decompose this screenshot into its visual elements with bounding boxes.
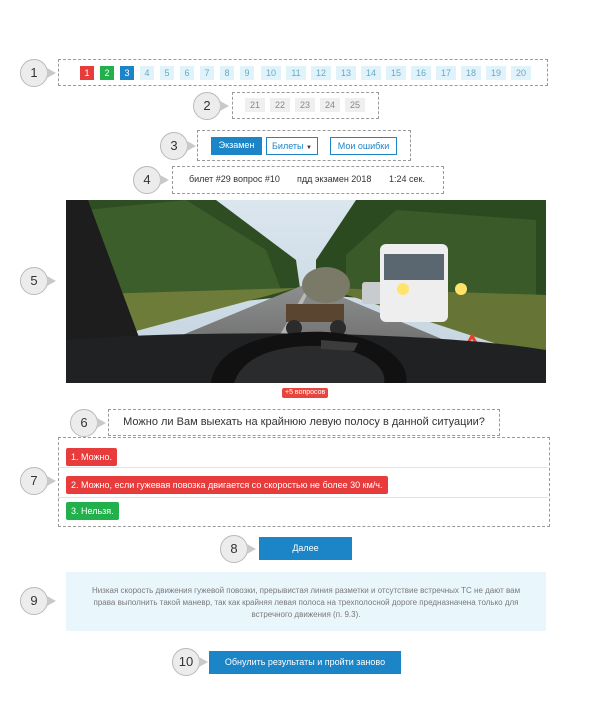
step-marker-7: 7 bbox=[20, 467, 56, 495]
step-marker-4: 4 bbox=[133, 166, 169, 194]
extra-question-item[interactable]: 21 bbox=[245, 98, 265, 112]
timer-info: 1:24 сек. bbox=[389, 174, 425, 184]
extra-question-item[interactable]: 23 bbox=[295, 98, 315, 112]
penalty-badge: +5 вопросов bbox=[282, 388, 329, 398]
question-nav-item[interactable]: 3 bbox=[120, 66, 134, 80]
step-marker-2: 2 bbox=[193, 92, 229, 120]
next-button[interactable]: Далее bbox=[259, 537, 352, 560]
extra-question-item[interactable]: 25 bbox=[345, 98, 365, 112]
question-text: Можно ли Вам выехать на крайнюю левую по… bbox=[123, 416, 485, 428]
step-marker-9: 9 bbox=[20, 587, 56, 615]
answer-option-2[interactable]: 2. Можно, если гужевая повозка двигается… bbox=[66, 476, 388, 494]
answer-row bbox=[58, 437, 548, 468]
step-marker-5: 5 bbox=[20, 267, 56, 295]
tab-exam[interactable]: Экзамен bbox=[211, 137, 262, 155]
question-nav-item[interactable]: 15 bbox=[386, 66, 406, 80]
step-marker-1: 1 bbox=[20, 59, 56, 87]
question-nav-item[interactable]: 2 bbox=[100, 66, 114, 80]
question-nav-item[interactable]: 11 bbox=[286, 66, 306, 80]
question-nav-item[interactable]: 4 bbox=[140, 66, 154, 80]
question-nav-item[interactable]: 6 bbox=[180, 66, 194, 80]
tab-tickets-label: Билеты bbox=[272, 141, 304, 151]
extra-question-item[interactable]: 22 bbox=[270, 98, 290, 112]
ticket-info: билет #29 вопрос #10 bbox=[189, 174, 280, 184]
step-marker-10: 10 bbox=[172, 648, 208, 676]
question-nav-item[interactable]: 19 bbox=[486, 66, 506, 80]
explanation-panel: Низкая скорость движения гужевой повозки… bbox=[66, 572, 546, 631]
question-nav-item[interactable]: 13 bbox=[336, 66, 356, 80]
question-nav-item[interactable]: 8 bbox=[220, 66, 234, 80]
road-scene-illustration bbox=[66, 200, 546, 383]
question-nav-item[interactable]: 17 bbox=[436, 66, 456, 80]
extra-question-item[interactable]: 24 bbox=[320, 98, 340, 112]
question-nav-item[interactable]: 16 bbox=[411, 66, 431, 80]
question-nav-item[interactable]: 18 bbox=[461, 66, 481, 80]
question-nav-item[interactable]: 1 bbox=[80, 66, 94, 80]
step-marker-3: 3 bbox=[160, 132, 196, 160]
tab-tickets[interactable]: Билеты ▼ bbox=[266, 137, 318, 155]
situation-image bbox=[66, 200, 546, 383]
question-nav-item[interactable]: 14 bbox=[361, 66, 381, 80]
step-marker-6: 6 bbox=[70, 409, 106, 437]
question-nav-item[interactable]: 7 bbox=[200, 66, 214, 80]
answer-option-3[interactable]: 3. Нельзя. bbox=[66, 502, 119, 520]
question-nav-item[interactable]: 9 bbox=[240, 66, 254, 80]
exam-info: пдд экзамен 2018 bbox=[297, 174, 372, 184]
question-nav-item[interactable]: 5 bbox=[160, 66, 174, 80]
step-marker-8: 8 bbox=[220, 535, 256, 563]
question-nav-item[interactable]: 20 bbox=[511, 66, 531, 80]
answer-option-1[interactable]: 1. Можно. bbox=[66, 448, 118, 466]
question-nav-item[interactable]: 10 bbox=[261, 66, 281, 80]
question-nav-item[interactable]: 12 bbox=[311, 66, 331, 80]
caret-down-icon: ▼ bbox=[306, 145, 312, 151]
tab-mistakes[interactable]: Мои ошибки bbox=[330, 137, 397, 155]
explanation-text: Низкая скорость движения гужевой повозки… bbox=[91, 586, 521, 619]
reset-button[interactable]: Обнулить результаты и пройти заново bbox=[209, 651, 401, 674]
